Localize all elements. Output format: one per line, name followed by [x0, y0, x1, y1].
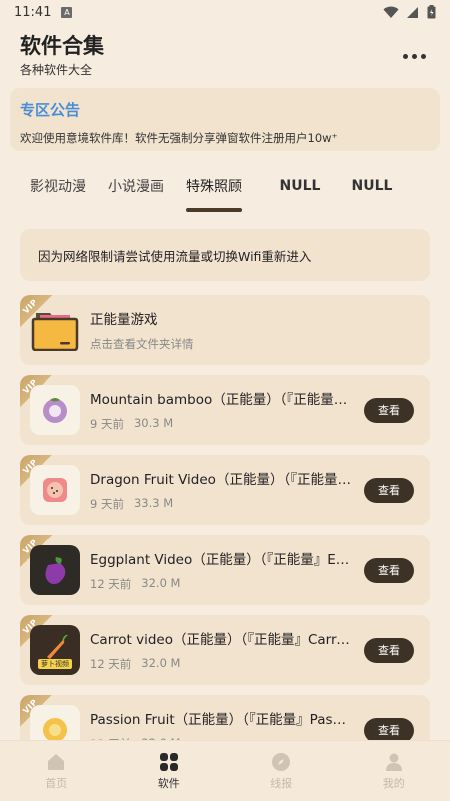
tab-film-anime[interactable]: 影视动漫	[30, 157, 86, 215]
more-dot-icon	[412, 54, 417, 59]
nav-label: 首页	[45, 776, 68, 790]
tab-special-care[interactable]: 特殊照顾	[186, 157, 242, 215]
app-time: 12 天前	[90, 577, 132, 591]
signal-icon	[407, 6, 418, 18]
notification-icon: A	[61, 6, 73, 18]
tab-null-1[interactable]: NULL	[264, 157, 336, 215]
view-button[interactable]: 查看	[364, 397, 414, 423]
view-button[interactable]: 查看	[364, 717, 414, 743]
app-size: 32.0 M	[141, 576, 181, 590]
app-size: 32.0 M	[141, 656, 181, 670]
more-dot-icon	[403, 54, 408, 59]
app-time: 12 天前	[90, 657, 132, 671]
app-title: Mountain bamboo（正能量）（『正能量』Mountain bambo…	[90, 392, 352, 408]
announcement-title: 专区公告	[20, 101, 81, 119]
app-title: Dragon Fruit Video（正能量）（『正能量』Dragon Frui…	[90, 472, 352, 488]
wifi-icon	[383, 6, 399, 18]
nav-home[interactable]: 首页	[0, 741, 113, 801]
tab-novel-comic[interactable]: 小说漫画	[108, 157, 164, 215]
app-time: 9 天前	[90, 497, 124, 511]
home-icon	[48, 753, 65, 770]
nav-label: 线报	[270, 776, 293, 790]
status-bar: 11:41 A	[0, 0, 450, 24]
page-title: 软件合集	[20, 34, 104, 58]
battery-icon	[427, 5, 436, 19]
announcement-text: 欢迎使用意境软件库！软件无强制分享弹窗软件注册用户10w⁺	[20, 131, 338, 145]
tab-null-2[interactable]: NULL	[336, 157, 408, 215]
dragon-fruit-icon	[30, 465, 80, 515]
more-dot-icon	[421, 54, 426, 59]
compass-icon	[272, 752, 291, 771]
nav-label: 软件	[157, 776, 180, 790]
folder-title: 正能量游戏	[90, 312, 158, 328]
app-item[interactable]: VIP Dragon Fruit Video（正能量）（『正能量』Dragon …	[20, 455, 430, 525]
app-time: 9 天前	[90, 417, 124, 431]
nav-profile[interactable]: 我的	[338, 741, 450, 801]
app-title: Carrot video（正能量）（『正能量』Carrot video	[90, 632, 352, 648]
app-size: 30.3 M	[133, 416, 174, 430]
view-button[interactable]: 查看	[364, 477, 414, 503]
app-item[interactable]: VIP Eggplant Video（正能量）（『正能量』Eggplant Vi…	[20, 535, 430, 605]
app-size: 33.3 M	[133, 496, 174, 510]
nav-news[interactable]: 线报	[225, 741, 338, 801]
folder-item[interactable]: VIP 正能量游戏 点击查看文件夹详情	[20, 295, 430, 365]
app-title: Passion Fruit（正能量）（『正能量』Passion Fruit	[90, 712, 352, 728]
more-options-button[interactable]	[399, 50, 430, 63]
app-item[interactable]: VIP 萝卜视频 Carrot video（正能量）（『正能量』Carrot v…	[20, 615, 430, 685]
app-title: Eggplant Video（正能量）（『正能量』Eggplant Video	[90, 552, 352, 568]
nav-software[interactable]: 软件	[113, 741, 226, 801]
mangosteen-icon	[30, 385, 80, 435]
apps-grid-icon	[159, 752, 178, 771]
nav-label: 我的	[382, 776, 405, 790]
view-button[interactable]: 查看	[364, 637, 414, 663]
app-item[interactable]: VIP Mountain bamboo（正能量）（『正能量』Mountain b…	[20, 375, 430, 445]
view-button[interactable]: 查看	[364, 557, 414, 583]
page-subtitle: 各种软件大全	[20, 63, 93, 77]
app-list: VIP 正能量游戏 点击查看文件夹详情 VIP Mountain bamboo（…	[0, 295, 450, 765]
carrot-icon-label: 萝卜视频	[38, 659, 72, 669]
network-hint: 因为网络限制请尝试使用流量或切换Wifi重新进入	[20, 229, 430, 281]
user-icon	[385, 753, 402, 771]
folder-subtitle: 点击查看文件夹详情	[90, 337, 194, 351]
eggplant-icon	[30, 545, 80, 595]
header: 软件合集 各种软件大全	[0, 24, 450, 88]
announcement-card: 专区公告 欢迎使用意境软件库！软件无强制分享弹窗软件注册用户10w⁺	[10, 88, 440, 151]
status-time: 11:41	[14, 4, 52, 20]
carrot-icon: 萝卜视频	[30, 625, 80, 675]
category-tabs: 影视动漫 小说漫画 特殊照顾 NULL NULL	[0, 157, 450, 215]
folder-icon	[30, 305, 80, 355]
bottom-nav: 首页 软件 线报 我的	[0, 740, 450, 801]
